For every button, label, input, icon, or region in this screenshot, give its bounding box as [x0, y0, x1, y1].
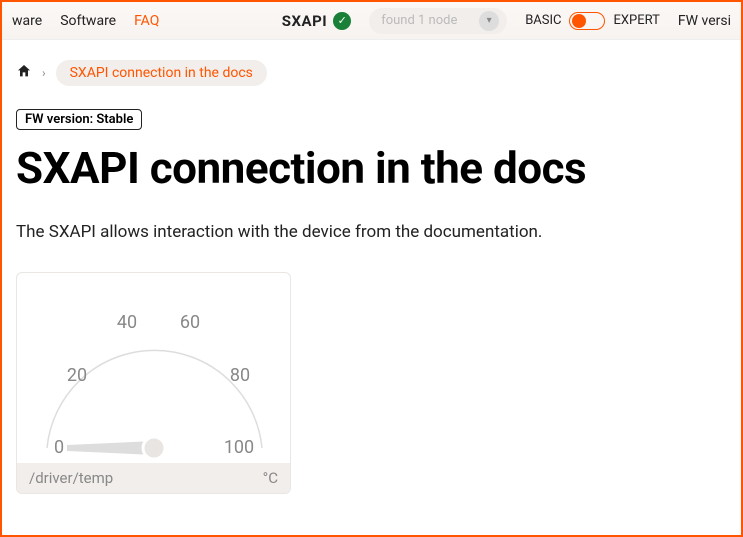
nav-link-ware[interactable]: ware	[12, 13, 42, 29]
nav-link-fw[interactable]: FW versi	[678, 13, 731, 29]
page-title: SXAPI connection in the docs	[16, 142, 727, 194]
search-input[interactable]	[381, 13, 471, 28]
check-icon: ✓	[333, 12, 351, 30]
gauge-needle	[67, 441, 154, 455]
gauge-tick-20: 20	[67, 365, 87, 386]
node-search[interactable]: ▾	[369, 8, 507, 34]
brand-label: SXAPI	[282, 12, 327, 30]
nav-link-software[interactable]: Software	[60, 13, 116, 29]
brand-wrap: SXAPI ✓	[282, 12, 351, 30]
mode-expert-label: EXPERT	[613, 13, 659, 28]
gauge-widget: 0 20 40 60 80 100 /driver/temp °C	[16, 272, 291, 494]
breadcrumb-separator: ›	[42, 66, 46, 80]
fw-version-badge: FW version: Stable	[16, 109, 142, 130]
breadcrumb: › SXAPI connection in the docs	[16, 60, 727, 86]
gauge-tick-80: 80	[230, 365, 250, 386]
home-icon[interactable]	[16, 63, 32, 83]
nav-link-faq[interactable]: FAQ	[134, 13, 159, 29]
gauge-tick-100: 100	[224, 437, 254, 458]
mode-toggle[interactable]	[569, 12, 605, 30]
page-content: › SXAPI connection in the docs FW versio…	[2, 40, 741, 514]
gauge-footer: /driver/temp °C	[17, 463, 290, 493]
breadcrumb-current[interactable]: SXAPI connection in the docs	[56, 60, 267, 86]
mode-toggle-wrap: BASIC EXPERT	[525, 12, 660, 30]
chevron-down-icon[interactable]: ▾	[479, 11, 499, 31]
gauge-tick-60: 60	[180, 312, 200, 333]
gauge-hub	[143, 437, 165, 459]
gauge-path-label: /driver/temp	[29, 469, 113, 487]
top-bar: ware Software FAQ SXAPI ✓ ▾ BASIC EXPERT…	[2, 2, 741, 40]
gauge-tick-40: 40	[117, 312, 137, 333]
gauge-svg: 0 20 40 60 80 100	[17, 273, 291, 463]
gauge-tick-0: 0	[54, 437, 64, 458]
mode-basic-label: BASIC	[525, 13, 561, 28]
gauge-unit-label: °C	[263, 469, 278, 487]
page-description: The SXAPI allows interaction with the de…	[16, 222, 727, 242]
